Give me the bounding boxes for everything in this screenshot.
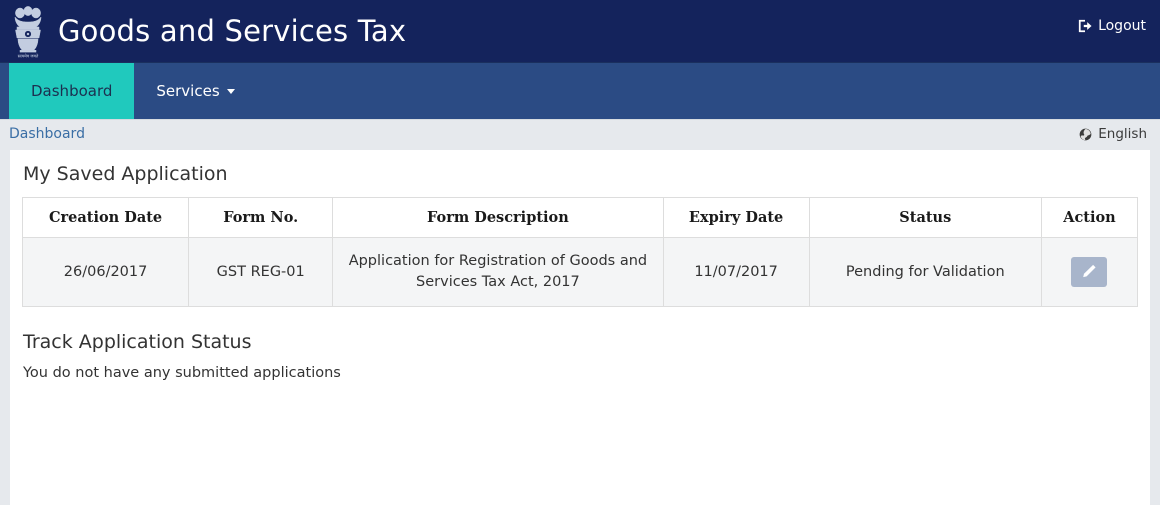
saved-application-table: Creation Date Form No. Form Description … <box>21 197 1139 307</box>
page-root: सत्यमेव जयते Goods and Services Tax Logo… <box>0 0 1160 505</box>
logout-button[interactable]: Logout <box>1078 16 1146 36</box>
cell-form-no: GST REG-01 <box>188 237 334 307</box>
track-application-title: Track Application Status <box>23 331 252 353</box>
nav-item-services[interactable]: Services <box>134 63 256 119</box>
column-header-creation-date: Creation Date <box>21 197 190 238</box>
language-selector[interactable]: English <box>1079 126 1147 142</box>
cell-action <box>1040 237 1139 307</box>
india-national-emblem-icon: सत्यमेव जयते <box>8 2 48 60</box>
language-label: English <box>1098 126 1147 142</box>
table-row: 26/06/2017 GST REG-01 Application for Re… <box>21 237 1139 307</box>
edit-application-button[interactable] <box>1071 257 1108 287</box>
site-header: सत्यमेव जयते Goods and Services Tax Logo… <box>0 0 1160 62</box>
sign-out-icon <box>1078 19 1092 33</box>
column-header-action: Action <box>1040 197 1139 238</box>
table-header-row: Creation Date Form No. Form Description … <box>21 197 1139 238</box>
main-navigation: Dashboard Services <box>0 62 1160 120</box>
column-header-form-description: Form Description <box>332 197 664 238</box>
column-header-form-no: Form No. <box>188 197 334 238</box>
column-header-status: Status <box>808 197 1042 238</box>
nav-item-services-label: Services <box>156 82 220 100</box>
nav-item-dashboard[interactable]: Dashboard <box>9 63 135 119</box>
nav-items: Dashboard Services <box>9 63 1150 119</box>
content-panel: My Saved Application Creation Date Form … <box>10 150 1150 505</box>
table-header: Creation Date Form No. Form Description … <box>21 197 1139 238</box>
track-application-message: You do not have any submitted applicatio… <box>23 365 341 381</box>
column-header-expiry-date: Expiry Date <box>662 197 810 238</box>
saved-application-table-wrapper: Creation Date Form No. Form Description … <box>21 197 1139 307</box>
table-body: 26/06/2017 GST REG-01 Application for Re… <box>21 237 1139 307</box>
nav-item-dashboard-label: Dashboard <box>31 82 113 100</box>
page-title: Goods and Services Tax <box>58 14 407 48</box>
breadcrumb-bar: Dashboard English <box>0 121 1160 150</box>
logout-label: Logout <box>1098 18 1146 34</box>
breadcrumb-dashboard-link[interactable]: Dashboard <box>9 126 85 142</box>
cell-expiry-date: 11/07/2017 <box>662 237 810 307</box>
svg-text:सत्यमेव जयते: सत्यमेव जयते <box>18 54 39 59</box>
cell-creation-date: 26/06/2017 <box>21 237 190 307</box>
globe-icon <box>1079 128 1092 141</box>
cell-form-description: Application for Registration of Goods an… <box>332 237 664 307</box>
saved-application-title: My Saved Application <box>23 163 228 185</box>
chevron-down-icon <box>226 88 235 94</box>
cell-status: Pending for Validation <box>808 237 1042 307</box>
